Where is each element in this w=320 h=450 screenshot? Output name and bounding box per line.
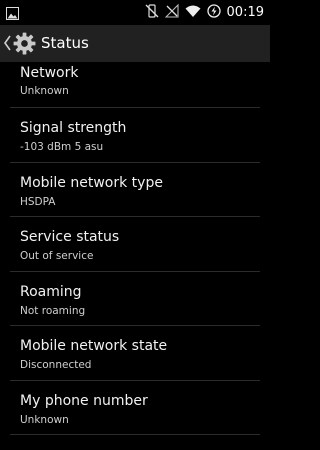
list-item-network[interactable]: Network Unknown <box>0 62 270 108</box>
item-summary: HSDPA <box>20 195 56 208</box>
status-list: Network Unknown Signal strength -103 dBm… <box>0 62 270 435</box>
item-title: Service status <box>20 229 120 245</box>
item-title: Mobile network state <box>20 338 168 354</box>
no-signal-icon <box>164 3 179 22</box>
clock: 00:19 <box>226 5 264 20</box>
list-item-signal-strength[interactable]: Signal strength -103 dBm 5 asu <box>0 108 270 163</box>
list-item-service-status[interactable]: Service status Out of service <box>0 217 270 272</box>
item-summary: Out of service <box>20 250 94 262</box>
back-chevron-icon[interactable] <box>3 33 12 53</box>
action-bar: Status <box>0 25 270 62</box>
item-summary: Not roaming <box>20 304 86 317</box>
list-item-mobile-network-state[interactable]: Mobile network state Disconnected <box>0 326 270 381</box>
page-title: Status <box>41 34 89 52</box>
vibrate-icon <box>145 3 159 22</box>
settings-gear-icon[interactable] <box>12 31 37 56</box>
list-item-roaming[interactable]: Roaming Not roaming <box>0 272 270 327</box>
item-title: My phone number <box>20 392 148 409</box>
item-summary: Unknown <box>20 85 69 97</box>
status-bar: 00:19 <box>0 0 270 25</box>
item-title: Signal strength <box>20 120 127 136</box>
item-summary: -103 dBm 5 asu <box>20 141 104 153</box>
list-item-my-phone-number[interactable]: My phone number Unknown <box>0 381 270 436</box>
item-summary: Disconnected <box>20 359 92 371</box>
list-item-mobile-network-type[interactable]: Mobile network type HSDPA <box>0 163 270 218</box>
item-title: Roaming <box>20 283 82 300</box>
item-summary: Unknown <box>20 413 69 426</box>
battery-charging-icon <box>206 3 221 22</box>
wifi-icon <box>185 3 201 22</box>
image-notification-icon <box>6 5 19 24</box>
item-title: Network <box>20 65 79 81</box>
item-title: Mobile network type <box>20 174 163 191</box>
